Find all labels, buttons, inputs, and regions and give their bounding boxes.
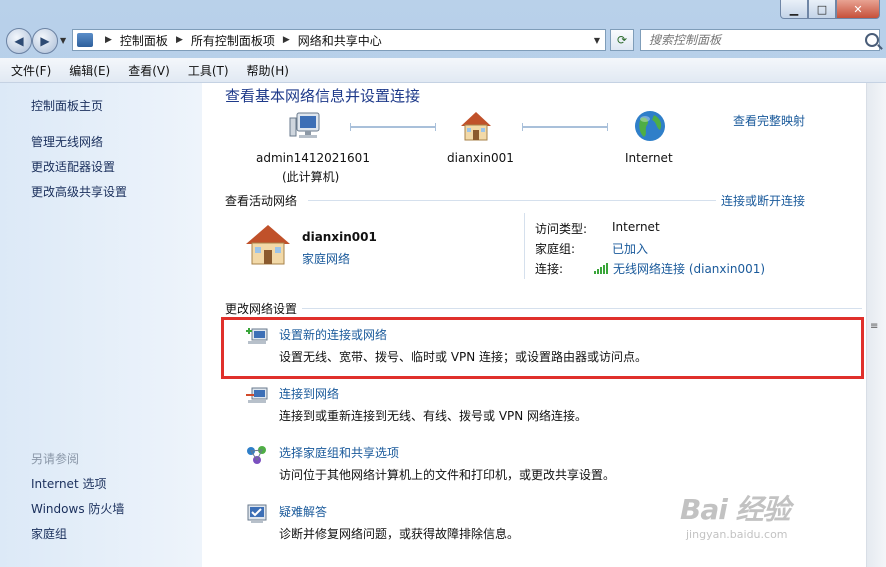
highlight-annotation-box bbox=[221, 317, 864, 379]
connect-to-network-link[interactable]: 连接到网络 bbox=[279, 385, 339, 402]
watermark-url: jingyan.baidu.com bbox=[686, 528, 788, 541]
scroll-grip-icon[interactable]: ≡ bbox=[870, 321, 878, 332]
change-settings-heading: 更改网络设置 bbox=[225, 302, 298, 316]
wifi-signal-icon bbox=[594, 263, 608, 274]
sidebar-item-manage-wireless[interactable]: 管理无线网络 bbox=[31, 133, 103, 150]
computer-icon[interactable] bbox=[288, 109, 324, 143]
wireless-connection-link[interactable]: 无线网络连接 (dianxin001) bbox=[594, 260, 765, 277]
internet-node-name: Internet bbox=[625, 151, 673, 165]
search-input[interactable] bbox=[641, 32, 861, 48]
window-controls: ▁ □ ✕ bbox=[780, 0, 880, 19]
sidebar-item-internet-options[interactable]: Internet 选项 bbox=[31, 475, 106, 492]
menu-help[interactable]: 帮助(H) bbox=[236, 62, 296, 79]
connect-network-icon[interactable] bbox=[245, 385, 269, 407]
close-icon: ✕ bbox=[853, 2, 863, 16]
address-dropdown-icon[interactable]: ▼ bbox=[589, 36, 605, 45]
address-bar[interactable]: ▶ 控制面板 ▶ 所有控制面板项 ▶ 网络和共享中心 ▼ bbox=[72, 29, 606, 51]
access-type-value: Internet bbox=[612, 220, 660, 234]
minimize-button[interactable]: ▁ bbox=[780, 0, 808, 19]
see-full-map-link[interactable]: 查看完整映射 bbox=[733, 112, 805, 129]
menu-bar: 文件(F) 编辑(E) 查看(V) 工具(T) 帮助(H) bbox=[0, 58, 886, 83]
sidebar-item-control-panel-home[interactable]: 控制面板主页 bbox=[31, 97, 103, 114]
close-button[interactable]: ✕ bbox=[836, 0, 880, 19]
active-networks-heading: 查看活动网络 bbox=[225, 194, 298, 208]
homegroup-sharing-icon[interactable] bbox=[245, 444, 269, 466]
connection-label: 连接: bbox=[535, 262, 564, 276]
troubleshoot-link[interactable]: 疑难解答 bbox=[279, 503, 327, 520]
homegroup-label: 家庭组: bbox=[535, 242, 576, 256]
section-divider bbox=[302, 308, 862, 309]
active-network-name: dianxin001 bbox=[302, 230, 377, 244]
left-task-pane: 控制面板主页 管理无线网络 更改适配器设置 更改高级共享设置 另请参阅 Inte… bbox=[0, 83, 202, 567]
forward-button[interactable]: ▶ bbox=[32, 28, 58, 54]
menu-file[interactable]: 文件(F) bbox=[0, 62, 58, 79]
recent-pages-dropdown[interactable]: ▼ bbox=[60, 36, 66, 45]
homegroup-sharing-desc: 访问位于其他网络计算机上的文件和打印机，或更改共享设置。 bbox=[279, 468, 616, 482]
breadcrumb-chevron-icon[interactable]: ▶ bbox=[105, 35, 112, 45]
access-type-label: 访问类型: bbox=[535, 222, 588, 236]
back-arrow-icon: ◀ bbox=[14, 34, 24, 48]
sidebar-item-adapter-settings[interactable]: 更改适配器设置 bbox=[31, 158, 115, 175]
back-button[interactable]: ◀ bbox=[6, 28, 32, 54]
navigation-bar: ◀ ▶ ▼ ▶ 控制面板 ▶ 所有控制面板项 ▶ 网络和共享中心 ▼ ⟳ bbox=[0, 24, 886, 58]
sidebar-item-windows-firewall[interactable]: Windows 防火墙 bbox=[31, 500, 124, 517]
breadcrumb-network-center[interactable]: 网络和共享中心 bbox=[298, 32, 382, 49]
wireless-connection-name: 无线网络连接 (dianxin001) bbox=[613, 262, 766, 276]
forward-arrow-icon: ▶ bbox=[40, 34, 50, 48]
watermark-logo-text: Bai 经验 bbox=[680, 493, 791, 526]
search-icon[interactable] bbox=[865, 33, 879, 47]
vertical-scrollbar[interactable]: ≡ bbox=[866, 83, 886, 567]
computer-node-name: admin1412021601 bbox=[256, 151, 370, 165]
maximize-button[interactable]: □ bbox=[808, 0, 836, 19]
internet-globe-icon[interactable] bbox=[632, 109, 668, 143]
home-network-icon[interactable] bbox=[458, 109, 494, 143]
troubleshoot-icon[interactable] bbox=[245, 503, 269, 525]
homegroup-joined-link[interactable]: 已加入 bbox=[612, 240, 648, 257]
menu-tools[interactable]: 工具(T) bbox=[177, 62, 236, 79]
troubleshoot-desc: 诊断并修复网络问题，或获得故障排除信息。 bbox=[279, 527, 520, 541]
section-divider bbox=[308, 200, 716, 201]
router-node-name: dianxin001 bbox=[447, 151, 514, 165]
network-type-link[interactable]: 家庭网络 bbox=[302, 250, 350, 267]
homegroup-sharing-link[interactable]: 选择家庭组和共享选项 bbox=[279, 444, 399, 461]
title-bar: ▁ □ ✕ bbox=[0, 0, 886, 24]
control-panel-icon bbox=[77, 33, 93, 47]
baidu-jingyan-watermark: Bai 经验 jingyan.baidu.com bbox=[680, 488, 791, 541]
menu-view[interactable]: 查看(V) bbox=[117, 62, 177, 79]
search-box bbox=[640, 29, 880, 51]
network-connector-line bbox=[522, 123, 608, 131]
connect-to-network-desc: 连接到或重新连接到无线、有线、拨号或 VPN 网络连接。 bbox=[279, 409, 588, 423]
sidebar-item-advanced-sharing[interactable]: 更改高级共享设置 bbox=[31, 183, 127, 200]
breadcrumb-chevron-icon[interactable]: ▶ bbox=[283, 35, 290, 45]
maximize-icon: □ bbox=[816, 2, 828, 16]
see-also-heading: 另请参阅 bbox=[31, 452, 80, 466]
network-connector-line bbox=[350, 123, 436, 131]
page-title: 查看基本网络信息并设置连接 bbox=[225, 87, 421, 105]
refresh-icon: ⟳ bbox=[616, 33, 628, 47]
properties-divider bbox=[524, 213, 525, 279]
minimize-icon: ▁ bbox=[789, 2, 799, 16]
connect-disconnect-link[interactable]: 连接或断开连接 bbox=[721, 192, 805, 209]
breadcrumb-all-items[interactable]: 所有控制面板项 bbox=[191, 32, 275, 49]
menu-edit[interactable]: 编辑(E) bbox=[58, 62, 117, 79]
home-network-icon[interactable] bbox=[244, 222, 294, 268]
sidebar-item-homegroup[interactable]: 家庭组 bbox=[31, 525, 67, 542]
breadcrumb-control-panel[interactable]: 控制面板 bbox=[120, 32, 168, 49]
refresh-button[interactable]: ⟳ bbox=[610, 29, 634, 51]
computer-node-subtitle: (此计算机) bbox=[282, 170, 340, 184]
breadcrumb-chevron-icon[interactable]: ▶ bbox=[176, 35, 183, 45]
